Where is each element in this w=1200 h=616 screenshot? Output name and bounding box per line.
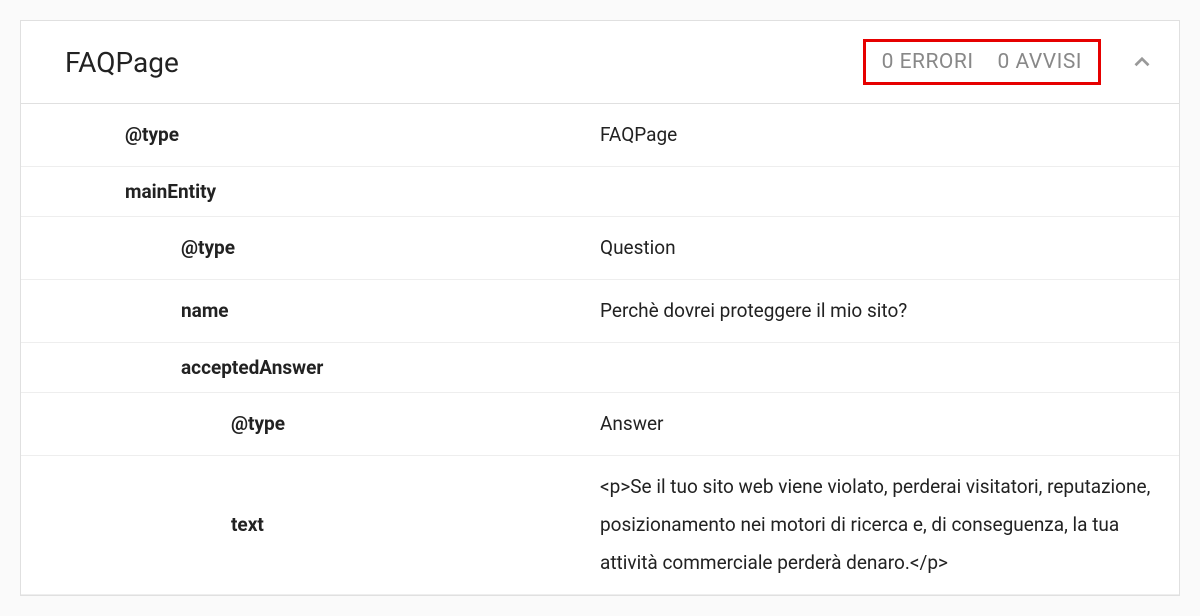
property-value: Question xyxy=(600,217,1179,279)
property-key: @type xyxy=(21,229,600,267)
property-row: @typeAnswer xyxy=(21,393,1179,456)
structured-data-panel: FAQPage 0 ERRORI 0 AVVISI @typeFAQPagema… xyxy=(20,20,1180,596)
property-rows: @typeFAQPagemainEntity@typeQuestionnameP… xyxy=(21,104,1179,595)
property-key: name xyxy=(21,292,600,330)
property-value: <p>Se il tuo sito web viene violato, per… xyxy=(600,456,1179,594)
property-key: mainEntity xyxy=(21,173,600,211)
property-row: mainEntity xyxy=(21,167,1179,217)
property-row: @typeQuestion xyxy=(21,217,1179,280)
errors-count: 0 ERRORI xyxy=(882,50,974,74)
property-row: namePerchè dovrei proteggere il mio sito… xyxy=(21,280,1179,343)
property-value: Answer xyxy=(600,393,1179,455)
warnings-count: 0 AVVISI xyxy=(998,50,1082,74)
property-key: @type xyxy=(21,405,600,443)
panel-title: FAQPage xyxy=(65,46,863,79)
chevron-up-icon[interactable] xyxy=(1129,49,1155,75)
property-row: acceptedAnswer xyxy=(21,343,1179,393)
property-key: @type xyxy=(21,116,600,154)
property-value: FAQPage xyxy=(600,104,1179,166)
property-value xyxy=(600,356,1179,380)
property-key: text xyxy=(21,506,600,544)
status-group: 0 ERRORI 0 AVVISI xyxy=(863,39,1101,85)
panel-header[interactable]: FAQPage 0 ERRORI 0 AVVISI xyxy=(21,21,1179,104)
property-value xyxy=(600,180,1179,204)
property-row: @typeFAQPage xyxy=(21,104,1179,167)
property-row: text<p>Se il tuo sito web viene violato,… xyxy=(21,456,1179,595)
property-key: acceptedAnswer xyxy=(21,349,600,387)
property-value: Perchè dovrei proteggere il mio sito? xyxy=(600,280,1179,342)
